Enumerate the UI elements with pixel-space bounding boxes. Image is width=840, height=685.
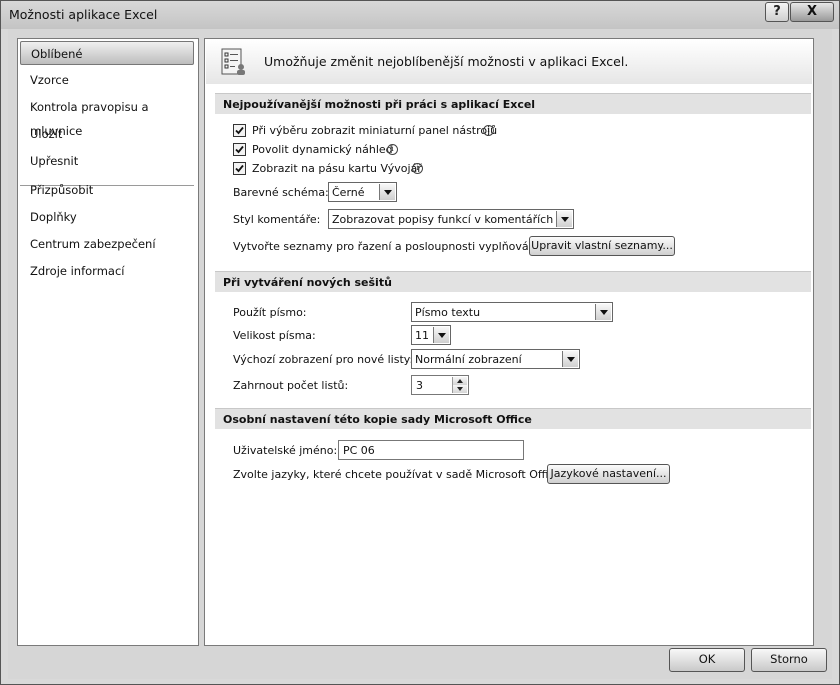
chevron-down-icon (562, 351, 578, 367)
comment-style-value: Zobrazovat popisy funkcí v komentářích (332, 213, 554, 226)
title-bar: Možnosti aplikace Excel ? X (1, 1, 839, 29)
default-view-label: Výchozí zobrazení pro nové listy: (233, 353, 414, 366)
options-panel: Umožňuje změnit nejoblíbenější možnosti … (204, 38, 814, 646)
checkmark-icon (235, 145, 244, 154)
font-label: Použít písmo: (233, 306, 307, 319)
username-value: PC 06 (343, 444, 375, 457)
sidebar-item-doplnky[interactable]: Doplňky (20, 205, 194, 229)
chevron-down-icon (595, 304, 611, 320)
dialog-body: Oblíbené Vzorce Kontrola pravopisu a mlu… (8, 29, 832, 679)
sidebar-item-ulozit[interactable]: Uložit (20, 122, 194, 146)
info-icon[interactable]: i (412, 163, 423, 174)
checkbox-label-developer-tab: Zobrazit na pásu kartu Vývojář (252, 162, 422, 175)
checkbox-label-mini-toolbar: Při výběru zobrazit miniaturní panel nás… (252, 124, 498, 137)
ok-button[interactable]: OK (669, 648, 745, 672)
chevron-down-icon (433, 327, 449, 343)
sheet-count-stepper[interactable]: 3 (411, 375, 469, 395)
help-button[interactable]: ? (765, 2, 789, 22)
panel-description: Umožňuje změnit nejoblíbenější možnosti … (264, 54, 629, 69)
comment-style-select[interactable]: Zobrazovat popisy funkcí v komentářích (328, 209, 574, 229)
section-header-popular: Nejpoužívanější možnosti při práci s apl… (215, 93, 811, 114)
sidebar-item-centrum-zabezpeceni[interactable]: Centrum zabezpečení (20, 232, 194, 256)
checkbox-mini-toolbar[interactable] (233, 124, 246, 137)
info-icon[interactable]: i (387, 144, 398, 155)
info-icon[interactable]: i (483, 125, 494, 136)
chevron-down-icon (379, 184, 395, 200)
color-scheme-select[interactable]: Černé (328, 182, 397, 202)
checkbox-live-preview[interactable] (233, 143, 246, 156)
sidebar-item-prizpusobit[interactable]: Přizpůsobit (20, 178, 194, 202)
checkmark-icon (235, 164, 244, 173)
default-view-value: Normální zobrazení (415, 353, 522, 366)
checkmark-icon (235, 126, 244, 135)
sidebar-item-zdroje-informaci[interactable]: Zdroje informací (20, 259, 194, 283)
section-header-personalize: Osobní nastavení této kopie sady Microso… (215, 408, 811, 429)
font-select[interactable]: Písmo textu (411, 302, 613, 322)
category-sidebar: Oblíbené Vzorce Kontrola pravopisu a mlu… (17, 38, 199, 646)
excel-options-dialog: Možnosti aplikace Excel ? X Oblíbené Vzo… (0, 0, 840, 685)
username-field[interactable]: PC 06 (338, 440, 524, 460)
sheet-count-label: Zahrnout počet listů: (233, 379, 349, 392)
options-checklist-icon (221, 48, 245, 75)
section-header-new-workbooks: Při vytváření nových sešitů (215, 271, 811, 292)
sheet-count-value: 3 (416, 379, 423, 392)
close-button[interactable]: X (790, 2, 834, 22)
sidebar-item-kontrola-pravopisu[interactable]: Kontrola pravopisu a mluvnice (20, 95, 194, 138)
sidebar-item-vzorce[interactable]: Vzorce (20, 68, 194, 92)
color-scheme-value: Černé (332, 186, 365, 199)
languages-label: Zvolte jazyky, které chcete používat v s… (233, 468, 566, 481)
font-value: Písmo textu (415, 306, 481, 319)
cancel-button[interactable]: Storno (751, 648, 827, 672)
default-view-select[interactable]: Normální zobrazení (411, 349, 580, 369)
username-label: Uživatelské jméno: (233, 444, 338, 457)
sidebar-item-upresnit[interactable]: Upřesnit (20, 149, 194, 173)
checkbox-developer-tab[interactable] (233, 162, 246, 175)
edit-custom-lists-button[interactable]: Upravit vlastní seznamy... (529, 236, 675, 256)
font-size-label: Velikost písma: (233, 329, 316, 342)
spin-down-icon[interactable] (453, 385, 467, 393)
language-settings-button[interactable]: Jazykové nastavení... (547, 464, 670, 484)
panel-banner: Umožňuje změnit nejoblíbenější možnosti … (206, 40, 812, 84)
dialog-title: Možnosti aplikace Excel (9, 7, 158, 22)
spinner[interactable] (452, 377, 467, 393)
sidebar-item-oblibene[interactable]: Oblíbené (20, 41, 194, 65)
font-size-select[interactable]: 11 (411, 325, 451, 345)
custom-lists-label: Vytvořte seznamy pro řazení a posloupnos… (233, 240, 543, 253)
color-scheme-label: Barevné schéma: (233, 186, 329, 199)
comment-style-label: Styl komentáře: (233, 213, 321, 226)
checkbox-label-live-preview: Povolit dynamický náhled (252, 143, 393, 156)
font-size-value: 11 (415, 329, 429, 342)
chevron-down-icon (556, 211, 572, 227)
